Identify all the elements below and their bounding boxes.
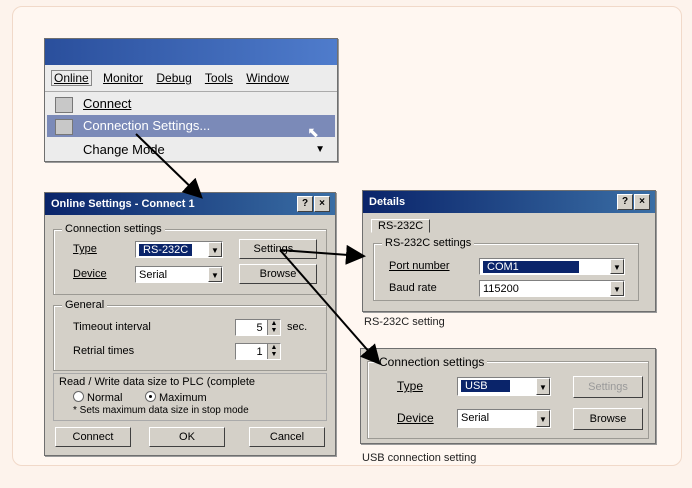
close-button[interactable]: × [634, 194, 650, 210]
dialog-title: Online Settings - Connect 1 [51, 198, 195, 210]
spinner-icon[interactable]: ▲ ▼ [267, 320, 280, 335]
browse-button[interactable]: Browse [573, 408, 643, 430]
type-label: Type [73, 243, 97, 255]
settings-button[interactable]: Settings [573, 376, 643, 398]
baud-value: 115200 [483, 283, 519, 295]
settings-button[interactable]: Settings... [239, 239, 317, 259]
menu-online[interactable]: Online [51, 70, 92, 86]
device-label: Device [73, 268, 107, 280]
spinner-icon[interactable]: ▲ ▼ [267, 344, 280, 359]
chevron-down-icon: ▼ [536, 410, 550, 427]
port-select[interactable]: COM1 ▼ [479, 258, 625, 275]
type-value: USB [461, 380, 510, 392]
timeout-value: 5 [256, 322, 263, 334]
help-button[interactable]: ? [617, 194, 633, 210]
ok-button[interactable]: OK [149, 427, 225, 447]
dialog-titlebar: Online Settings - Connect 1 ? × [45, 193, 335, 215]
menu-tools[interactable]: Tools [205, 71, 233, 85]
maximum-label: Maximum [159, 392, 207, 404]
settings-icon [55, 119, 73, 135]
online-settings-dialog: Online Settings - Connect 1 ? × Connecti… [44, 192, 336, 456]
type-value: RS-232C [139, 244, 193, 256]
menu-monitor[interactable]: Monitor [103, 71, 143, 85]
type-select[interactable]: USB ▼ [457, 377, 551, 396]
menu-item-connect[interactable]: Connect [47, 93, 335, 115]
menu-item-label: Change Mode [83, 142, 165, 157]
menu-debug[interactable]: Debug [156, 71, 191, 85]
baud-label: Baud rate [389, 282, 437, 294]
chevron-down-icon: ▼ [208, 267, 222, 282]
port-label: Port number [389, 260, 450, 272]
general-group: General [53, 299, 327, 371]
port-value: COM1 [483, 261, 579, 273]
chevron-down-icon: ▼ [315, 144, 325, 155]
type-label: Type [397, 379, 424, 393]
retries-label: Retrial times [73, 345, 135, 357]
group-title: General [62, 299, 108, 311]
tab-rs232c[interactable]: RS-232C [371, 219, 431, 233]
normal-radio[interactable]: Normal [73, 391, 122, 404]
close-button[interactable]: × [314, 196, 330, 212]
dialog-title: Details [369, 196, 406, 208]
maximum-radio[interactable]: Maximum [145, 391, 207, 404]
usb-caption: USB connection setting [362, 452, 477, 464]
device-select[interactable]: Serial ▼ [135, 266, 223, 283]
rw-size-note: * Sets maximum data size in stop mode [73, 405, 249, 416]
help-button[interactable]: ? [297, 196, 313, 212]
menu-item-label: Connection Settings... [83, 118, 211, 133]
window-titlebar [45, 39, 337, 65]
connect-icon [55, 97, 73, 113]
usb-connection-panel: Connection settings Type USB ▼ Settings … [360, 348, 656, 444]
cancel-button[interactable]: Cancel [249, 427, 325, 447]
timeout-unit: sec. [287, 321, 308, 333]
browse-button[interactable]: Browse [239, 264, 317, 284]
device-select[interactable]: Serial ▼ [457, 409, 551, 428]
rw-size-label: Read / Write data size to PLC (complete [59, 376, 256, 388]
chevron-down-icon: ▼ [208, 242, 222, 257]
dialog-titlebar: Details ? × [363, 191, 655, 213]
group-title: Connection settings [62, 223, 165, 235]
chevron-down-icon: ▼ [610, 281, 624, 296]
type-select[interactable]: RS-232C ▼ [135, 241, 223, 258]
menu-item-label: Connect [83, 96, 132, 111]
connect-button[interactable]: Connect [55, 427, 131, 447]
menubar: Online Monitor Debug Tools Window [45, 65, 337, 92]
retries-input[interactable]: 1 ▲ ▼ [235, 343, 281, 360]
menu-window: Online Monitor Debug Tools Window Connec… [44, 38, 338, 162]
timeout-input[interactable]: 5 ▲ ▼ [235, 319, 281, 336]
device-value: Serial [139, 269, 168, 281]
radio-selected-icon [145, 391, 156, 402]
group-title: Connection settings [376, 355, 488, 369]
baud-select[interactable]: 115200 ▼ [479, 280, 625, 297]
menu-item-change-mode[interactable]: Change Mode ▼ [47, 139, 335, 161]
timeout-label: Timeout interval [73, 321, 151, 333]
device-label: Device [397, 411, 434, 425]
rs232c-caption: RS-232C setting [364, 316, 445, 328]
normal-label: Normal [87, 392, 123, 404]
menu-item-connection-settings[interactable]: Connection Settings... ⬉ [47, 115, 335, 140]
group-title: RS-232C settings [382, 237, 475, 249]
device-value: Serial [461, 412, 490, 424]
retries-value: 1 [256, 346, 263, 358]
chevron-down-icon: ▼ [536, 378, 550, 395]
radio-icon [73, 391, 84, 402]
menu-window[interactable]: Window [246, 71, 289, 85]
details-dialog: Details ? × RS-232C RS-232C settings Por… [362, 190, 656, 312]
chevron-down-icon: ▼ [610, 259, 624, 274]
